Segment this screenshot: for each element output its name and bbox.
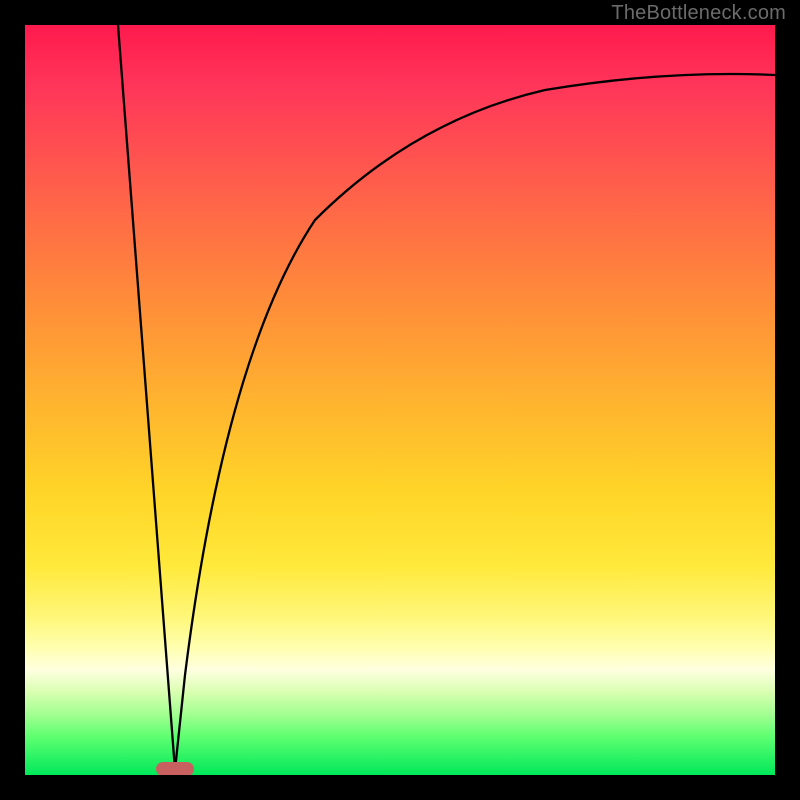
optimal-marker — [156, 762, 194, 775]
left-branch-line — [118, 25, 175, 770]
right-branch-line — [175, 74, 775, 770]
curve-layer — [25, 25, 775, 775]
watermark-text: TheBottleneck.com — [611, 2, 786, 25]
chart-frame: TheBottleneck.com — [0, 0, 800, 800]
plot-area — [25, 25, 775, 775]
